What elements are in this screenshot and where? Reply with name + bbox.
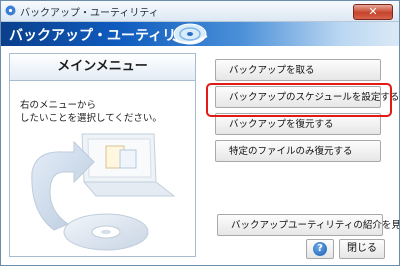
help-icon: ?: [313, 242, 327, 256]
backup-button[interactable]: バックアップを取る: [215, 59, 381, 81]
highlight-frame: [206, 83, 392, 117]
app-window: バックアップ・ユーティリティ ✕ バックアップ・ユーティリティ メインメニュー …: [0, 0, 400, 266]
window-title: バックアップ・ユーティリティ: [20, 8, 159, 19]
disc-logo-icon: [172, 23, 208, 45]
view-introduction-button[interactable]: バックアップユーティリティの紹介を見る: [217, 214, 399, 236]
panel-description: 右のメニューから したいことを選択してください。: [20, 99, 190, 125]
panel-header: メインメニュー: [10, 54, 195, 81]
restore-specific-files-button[interactable]: 特定のファイルのみ復元する: [215, 140, 381, 162]
backup-illustration-icon: [31, 133, 176, 251]
close-button[interactable]: 閉じる: [339, 239, 385, 259]
help-button[interactable]: ?: [306, 239, 334, 259]
window-close-button[interactable]: ✕: [353, 4, 393, 20]
app-banner: バックアップ・ユーティリティ: [1, 22, 399, 46]
description-line-1: 右のメニューから: [20, 100, 97, 111]
title-bar[interactable]: バックアップ・ユーティリティ ✕: [1, 1, 399, 22]
description-line-2: したいことを選択してください。: [20, 113, 162, 124]
main-menu-panel: メインメニュー 右のメニューから したいことを選択してください。: [9, 53, 196, 257]
app-icon: [5, 5, 16, 16]
menu-panel: バックアップを取る バックアップのスケジュールを設定する バックアップを復元する…: [207, 53, 399, 213]
